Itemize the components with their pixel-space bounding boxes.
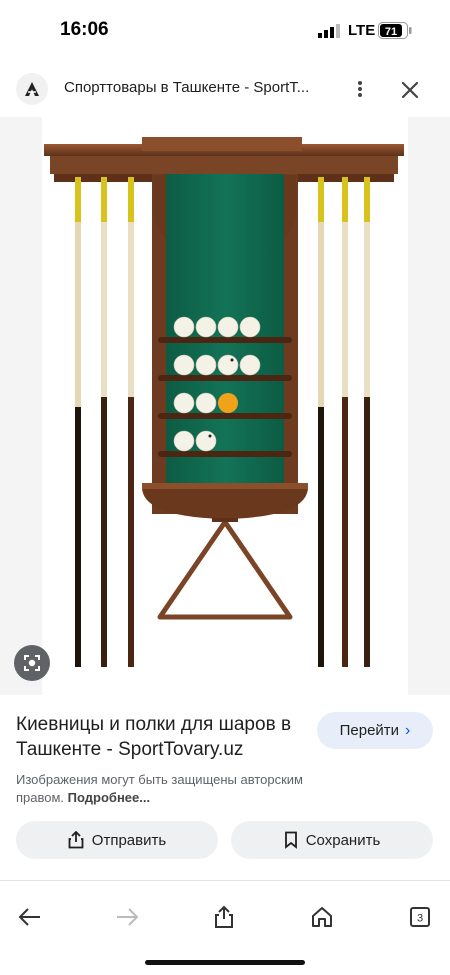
back-arrow-icon[interactable]	[16, 904, 44, 930]
more-vert-icon[interactable]	[350, 77, 370, 101]
save-button[interactable]: Сохранить	[231, 821, 433, 859]
visit-label: Перейти	[339, 722, 400, 739]
site-title[interactable]: Спорттовары в Ташкенте - SportT...	[64, 79, 324, 96]
network-type: LTE	[348, 22, 376, 39]
tabs-count: 3	[417, 913, 423, 925]
share-button[interactable]: Отправить	[16, 821, 218, 859]
battery-level: 71	[385, 26, 397, 38]
tabs-button[interactable]: 3	[406, 904, 434, 930]
copyright-notice: Изображения могут быть защищены авторски…	[16, 771, 336, 807]
image-viewer-header: Спорттовары в Ташкенте - SportT...	[0, 60, 450, 118]
bottom-toolbar: 3	[0, 892, 450, 942]
lens-search-icon[interactable]	[14, 645, 50, 681]
close-icon[interactable]	[398, 78, 422, 102]
status-bar: 16:06 LTE 71	[0, 0, 450, 60]
image-title[interactable]: Киевницы и полки для шаров в Ташкенте - …	[16, 712, 306, 762]
share-page-icon[interactable]	[210, 904, 238, 930]
home-indicator	[145, 960, 305, 965]
status-time: 16:06	[60, 19, 109, 40]
chevron-right-icon: ›	[405, 721, 411, 739]
visit-button[interactable]: Перейти ›	[317, 712, 433, 749]
bookmark-icon	[284, 831, 297, 849]
battery-icon: 71	[378, 22, 412, 39]
forward-arrow-icon[interactable]	[113, 904, 141, 930]
share-label: Отправить	[91, 831, 167, 849]
home-icon[interactable]	[308, 904, 336, 930]
cue-rack-illustration	[44, 137, 404, 667]
image-preview[interactable]	[0, 117, 450, 695]
save-label: Сохранить	[305, 831, 381, 849]
copyright-text: Изображения могут быть защищены авторски…	[16, 772, 303, 805]
divider	[0, 880, 450, 881]
signal-icon	[318, 24, 340, 38]
learn-more-link[interactable]: Подробнее...	[68, 790, 150, 805]
share-icon	[68, 831, 84, 849]
site-logo-icon[interactable]	[16, 73, 48, 105]
product-photo	[42, 117, 408, 695]
